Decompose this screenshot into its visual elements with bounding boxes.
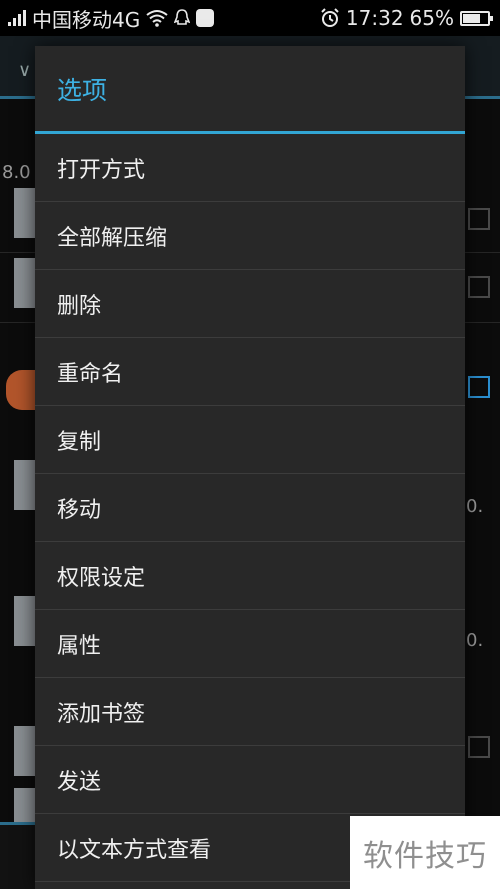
qq-icon [174,9,191,25]
message-icon [196,9,215,27]
background-partial-text: 0. [466,496,484,517]
chevron-down-icon: ∨ [18,60,32,81]
clock-label: 17:32 [345,6,404,30]
watermark: 软件技巧 [350,816,500,889]
background-checkbox-checked [468,376,490,398]
background-thumbnail [14,258,36,308]
menu-item-send[interactable]: 发送 [35,746,465,814]
menu-item-delete[interactable]: 删除 [35,270,465,338]
background-thumbnail [14,596,36,646]
options-dialog: 选项 打开方式 全部解压缩 删除 重命名 复制 移动 权限设定 属性 添加书签 … [35,46,465,889]
background-checkbox [468,208,490,230]
dialog-title: 选项 [35,46,465,134]
background-partial-text: 8.0 [2,162,31,183]
menu-item-move[interactable]: 移动 [35,474,465,542]
menu-item-copy[interactable]: 复制 [35,406,465,474]
wifi-icon [146,10,168,27]
background-badge [6,370,38,410]
alarm-icon [321,8,339,27]
carrier-label: 中国移动4G [32,7,141,32]
signal-icon [8,10,26,26]
menu-item-add-bookmark[interactable]: 添加书签 [35,678,465,746]
background-thumbnail [14,460,36,510]
status-bar: 中国移动4G 17:32 65% [0,0,500,36]
battery-icon [460,10,493,26]
menu-item-rename[interactable]: 重命名 [35,338,465,406]
menu-item-permissions[interactable]: 权限设定 [35,542,465,610]
menu-item-open-with[interactable]: 打开方式 [35,134,465,202]
background-checkbox [468,276,490,298]
options-menu: 打开方式 全部解压缩 删除 重命名 复制 移动 权限设定 属性 添加书签 发送 … [35,134,465,882]
background-checkbox [468,736,490,758]
menu-item-extract-all[interactable]: 全部解压缩 [35,202,465,270]
battery-percent-label: 65% [409,6,454,30]
background-partial-text: 0. [466,630,484,651]
background-thumbnail [14,188,36,238]
background-thumbnail [14,726,36,776]
menu-item-properties[interactable]: 属性 [35,610,465,678]
